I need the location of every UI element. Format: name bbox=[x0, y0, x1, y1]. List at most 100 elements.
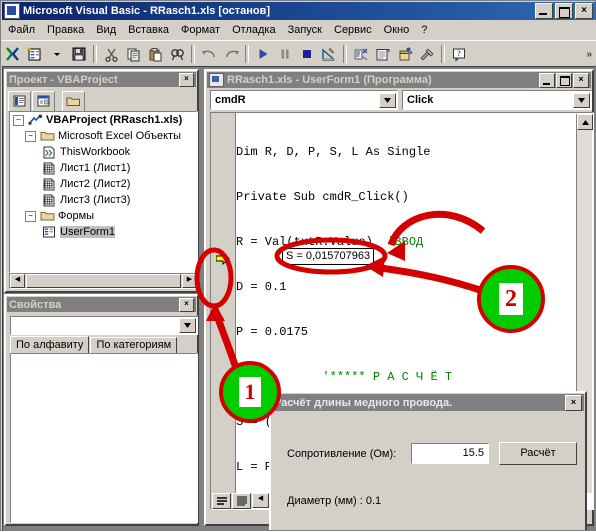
calculate-button[interactable]: Расчёт bbox=[499, 442, 577, 465]
cut-icon[interactable] bbox=[100, 43, 122, 65]
standard-toolbar: ? » bbox=[2, 40, 596, 67]
workbook-icon bbox=[41, 145, 57, 159]
view-code-icon[interactable] bbox=[8, 90, 31, 112]
scroll-left-button[interactable]: ◀ bbox=[252, 493, 269, 508]
properties-title-bar: Свойства × bbox=[7, 297, 196, 312]
scroll-left-button[interactable]: ◀ bbox=[10, 274, 25, 288]
help-icon[interactable]: ? bbox=[448, 43, 470, 65]
toolbar-separator bbox=[245, 45, 249, 63]
code-minimize-button[interactable] bbox=[539, 72, 555, 88]
scroll-thumb[interactable] bbox=[26, 274, 181, 288]
code-window-title: RRasch1.xls - UserForm1 (Программа) bbox=[227, 74, 432, 86]
menu-item-tools[interactable]: Сервис bbox=[328, 22, 378, 38]
save-icon[interactable] bbox=[68, 43, 90, 65]
code-margin-indicator-bar[interactable] bbox=[211, 113, 236, 509]
toolbar-overflow-icon[interactable]: » bbox=[586, 49, 592, 60]
title-bar: Microsoft Visual Basic - RRasch1.xls [ос… bbox=[2, 2, 596, 20]
design-mode-icon[interactable] bbox=[318, 43, 340, 65]
tree-node-sheet2[interactable]: Лист2 (Лист2) bbox=[10, 176, 197, 192]
full-module-view-icon[interactable] bbox=[232, 492, 251, 509]
tree-label: UserForm1 bbox=[60, 226, 116, 238]
redo-icon[interactable] bbox=[220, 43, 242, 65]
chevron-down-icon[interactable] bbox=[379, 92, 397, 108]
window-controls: × bbox=[535, 3, 593, 19]
sheet-icon bbox=[41, 177, 57, 191]
tree-node-forms[interactable]: − Формы bbox=[10, 208, 197, 224]
procedure-view-icon[interactable] bbox=[212, 492, 231, 509]
paste-icon[interactable] bbox=[144, 43, 166, 65]
properties-window-icon[interactable] bbox=[372, 43, 394, 65]
code-line: '***** Р А С Ч Ё Т bbox=[322, 370, 453, 384]
code-maximize-button[interactable] bbox=[556, 72, 572, 88]
vba-ide-window: Microsoft Visual Basic - RRasch1.xls [ос… bbox=[0, 0, 596, 531]
toggle-folders-icon[interactable] bbox=[62, 90, 85, 112]
vb-app-icon bbox=[4, 3, 20, 19]
scroll-right-button[interactable]: ▶ bbox=[182, 274, 197, 288]
menu-item-file[interactable]: Файл bbox=[2, 22, 41, 38]
current-statement-arrow bbox=[215, 251, 230, 266]
expander-icon[interactable]: − bbox=[13, 114, 24, 126]
code-close-button[interactable]: × bbox=[573, 72, 589, 88]
menu-item-debug[interactable]: Отладка bbox=[226, 22, 281, 38]
menu-item-insert[interactable]: Вставка bbox=[122, 22, 175, 38]
project-explorer-icon[interactable] bbox=[350, 43, 372, 65]
project-tree-hscrollbar[interactable]: ◀ ▶ bbox=[9, 273, 198, 289]
pause-icon[interactable] bbox=[274, 43, 296, 65]
folder-icon bbox=[39, 209, 55, 223]
properties-close-button[interactable]: × bbox=[179, 297, 194, 312]
tree-node-excel-objects[interactable]: − Microsoft Excel Объекты bbox=[10, 128, 197, 144]
annotation-marker-1: 1 bbox=[219, 361, 281, 423]
chevron-down-icon[interactable] bbox=[179, 318, 196, 333]
menu-item-run[interactable]: Запуск bbox=[282, 22, 328, 38]
toolbar-separator bbox=[343, 45, 347, 63]
code-window-icon bbox=[209, 73, 224, 87]
project-explorer-close-button[interactable]: × bbox=[179, 72, 194, 87]
stop-icon[interactable] bbox=[296, 43, 318, 65]
toolbar-separator bbox=[93, 45, 97, 63]
properties-title: Свойства bbox=[9, 298, 62, 311]
tree-node-thisworkbook[interactable]: ThisWorkbook bbox=[10, 144, 197, 160]
insert-userform-icon[interactable] bbox=[24, 43, 46, 65]
userform-close-button[interactable]: × bbox=[565, 394, 582, 411]
userform-body: Сопротивление (Ом): 15.5 Расчёт Диаметр … bbox=[273, 413, 583, 530]
properties-grid[interactable] bbox=[10, 353, 198, 523]
procedure-dropdown-value: Click bbox=[407, 94, 434, 106]
object-browser-icon[interactable] bbox=[394, 43, 416, 65]
menu-item-help[interactable]: ? bbox=[415, 22, 433, 38]
properties-object-combo[interactable] bbox=[10, 316, 198, 335]
close-button[interactable]: × bbox=[575, 3, 593, 19]
scroll-up-button[interactable] bbox=[577, 114, 593, 130]
insert-dropdown-arrow-icon[interactable] bbox=[46, 43, 68, 65]
run-icon[interactable] bbox=[252, 43, 274, 65]
maximize-button[interactable] bbox=[555, 3, 573, 19]
menu-item-edit[interactable]: Правка bbox=[41, 22, 90, 38]
view-excel-icon[interactable] bbox=[2, 43, 24, 65]
chevron-down-icon[interactable] bbox=[573, 92, 590, 108]
undo-icon[interactable] bbox=[198, 43, 220, 65]
find-icon[interactable] bbox=[166, 43, 188, 65]
expander-icon[interactable]: − bbox=[25, 210, 36, 222]
minimize-button[interactable] bbox=[535, 3, 553, 19]
project-tree[interactable]: − VBAProject (RRasch1.xls) − Microsoft E… bbox=[9, 111, 198, 273]
annotation-marker-2: 2 bbox=[477, 265, 545, 333]
tree-node-sheet1[interactable]: Лист1 (Лист1) bbox=[10, 160, 197, 176]
tree-node-userform1[interactable]: UserForm1 bbox=[10, 224, 197, 240]
tree-node-sheet3[interactable]: Лист3 (Лист3) bbox=[10, 192, 197, 208]
menu-item-format[interactable]: Формат bbox=[175, 22, 226, 38]
svg-text:?: ? bbox=[457, 49, 461, 58]
resistance-input[interactable]: 15.5 bbox=[411, 443, 489, 464]
tab-categorized[interactable]: По категориям bbox=[90, 337, 178, 354]
tree-node-vbaproject[interactable]: − VBAProject (RRasch1.xls) bbox=[10, 112, 197, 128]
menu-item-window[interactable]: Окно bbox=[378, 22, 416, 38]
toolbar-separator bbox=[441, 45, 445, 63]
view-object-icon[interactable] bbox=[32, 90, 55, 112]
copy-icon[interactable] bbox=[122, 43, 144, 65]
userform-dialog: Расчёт длины медного провода. × Сопротив… bbox=[269, 391, 587, 530]
expander-icon[interactable]: − bbox=[25, 130, 36, 142]
object-dropdown[interactable]: cmdR bbox=[210, 90, 399, 110]
tree-label: Microsoft Excel Объекты bbox=[58, 130, 181, 142]
menu-item-view[interactable]: Вид bbox=[90, 22, 122, 38]
toolbox-icon[interactable] bbox=[416, 43, 438, 65]
procedure-dropdown[interactable]: Click bbox=[402, 90, 592, 110]
tab-alphabetic[interactable]: По алфавиту bbox=[10, 336, 90, 354]
